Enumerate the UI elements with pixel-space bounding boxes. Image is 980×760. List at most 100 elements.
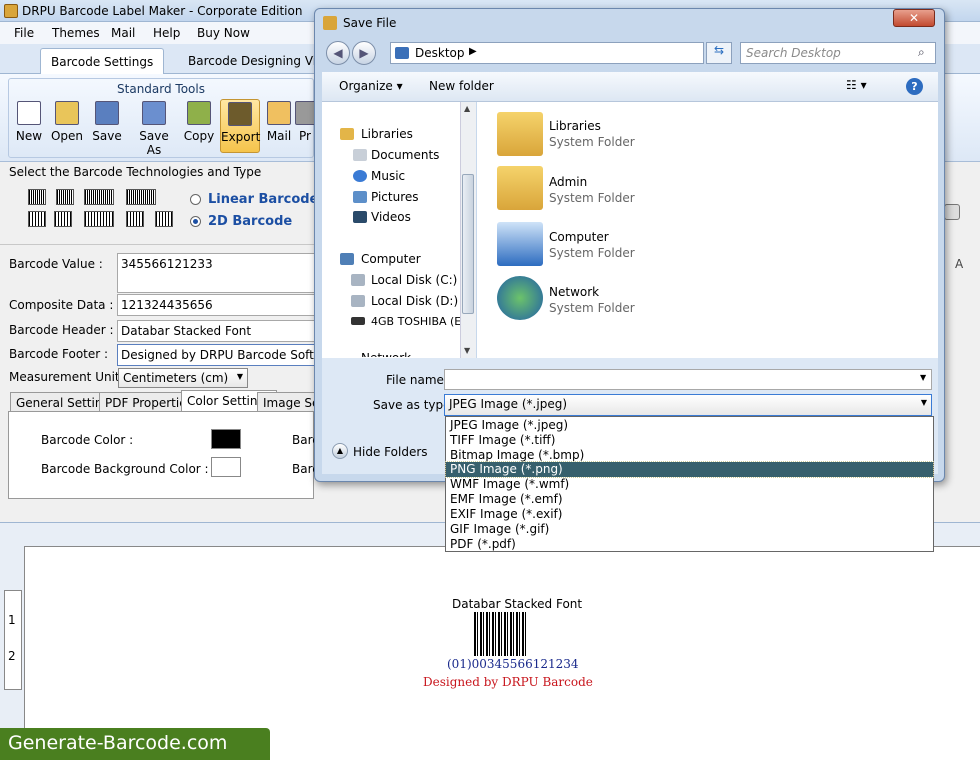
option-jpeg[interactable]: JPEG Image (*.jpeg): [450, 418, 568, 433]
color-settings-panel: Barcode Color : Barcode Background Color…: [8, 411, 319, 499]
save-as-button[interactable]: Save As: [131, 99, 177, 157]
nav-documents[interactable]: Documents: [371, 148, 439, 162]
scroll-down-icon[interactable]: ▼: [464, 346, 470, 355]
item-name[interactable]: Network: [549, 285, 599, 299]
linear-barcode-icon[interactable]: [28, 189, 46, 205]
option-pdf[interactable]: PDF (*.pdf): [450, 537, 516, 552]
linear-barcode-radio[interactable]: [190, 194, 201, 205]
nav-network[interactable]: Network: [361, 351, 411, 357]
linear-barcode-icon[interactable]: [126, 189, 156, 205]
item-name[interactable]: Admin: [549, 175, 587, 189]
new-folder-button[interactable]: New folder: [429, 79, 494, 93]
brand-badge: Generate-Barcode.com: [0, 728, 270, 760]
measurement-unit-select[interactable]: Centimeters (cm): [118, 368, 248, 388]
organize-button[interactable]: Organize ▾: [339, 79, 403, 93]
search-input[interactable]: Search Desktop: [740, 42, 936, 64]
scroll-up-icon[interactable]: ▲: [464, 104, 470, 113]
search-icon[interactable]: ⌕: [918, 45, 925, 60]
breadcrumb-arrow-icon[interactable]: ▶: [469, 46, 477, 57]
menu-file[interactable]: File: [14, 26, 34, 40]
menu-mail[interactable]: Mail: [111, 26, 135, 40]
print-button[interactable]: Pr: [295, 99, 315, 153]
linear-barcode-icon[interactable]: [56, 189, 74, 205]
menu-help[interactable]: Help: [153, 26, 180, 40]
option-exif[interactable]: EXIF Image (*.exif): [450, 507, 562, 522]
option-bmp[interactable]: Bitmap Image (*.bmp): [450, 448, 584, 463]
help-icon[interactable]: [944, 204, 960, 220]
open-button[interactable]: Open: [47, 99, 87, 153]
nav-music[interactable]: Music: [371, 169, 405, 183]
preview-header: Databar Stacked Font: [452, 597, 583, 611]
refresh-icon[interactable]: ⇆: [706, 42, 732, 64]
item-name[interactable]: Computer: [549, 230, 609, 244]
2d-barcode-icon[interactable]: [126, 211, 144, 227]
user-folder-icon[interactable]: [497, 166, 543, 210]
nav-libraries[interactable]: Libraries: [361, 127, 413, 141]
libraries-folder-icon[interactable]: [497, 112, 543, 156]
print-icon: [295, 101, 315, 125]
tab-barcode-designing-view[interactable]: Barcode Designing View: [178, 48, 318, 74]
view-options-icon[interactable]: ☷ ▾: [846, 78, 867, 92]
option-tiff[interactable]: TIFF Image (*.tiff): [450, 433, 555, 448]
documents-icon: [353, 149, 367, 161]
file-name-dropdown-icon[interactable]: ▼: [920, 373, 926, 382]
barcode-footer-input[interactable]: Designed by DRPU Barcode Software: [117, 344, 317, 366]
preview-code: (01)00345566121234: [447, 657, 579, 671]
option-png[interactable]: PNG Image (*.png): [445, 461, 934, 478]
menu-themes[interactable]: Themes: [52, 26, 100, 40]
menu-buy-now[interactable]: Buy Now: [197, 26, 250, 40]
barcode-preview[interactable]: [474, 612, 526, 656]
barcode-header-input[interactable]: Databar Stacked Font: [117, 320, 317, 342]
open-folder-icon: [55, 101, 79, 125]
item-name[interactable]: Libraries: [549, 119, 601, 133]
2d-barcode-icon[interactable]: [28, 211, 46, 227]
2d-barcode-icon[interactable]: [84, 211, 114, 227]
nav-local-disk-d[interactable]: Local Disk (D:): [371, 294, 458, 308]
new-icon: [17, 101, 41, 125]
tab-image-settings[interactable]: Image Setti: [257, 392, 315, 412]
file-name-input[interactable]: [444, 369, 932, 390]
copy-button[interactable]: Copy: [179, 99, 219, 153]
copy-label: Copy: [183, 129, 215, 143]
help-icon[interactable]: ?: [906, 78, 923, 95]
save-as-type-select[interactable]: JPEG Image (*.jpeg): [444, 394, 932, 416]
hide-folders-icon[interactable]: ▲: [332, 443, 348, 459]
hide-folders-button[interactable]: Hide Folders: [353, 445, 428, 459]
ruler-tick-label: 2: [8, 649, 16, 663]
option-emf[interactable]: EMF Image (*.emf): [450, 492, 563, 507]
composite-data-label: Composite Data :: [9, 298, 114, 312]
2d-barcode-icon[interactable]: [54, 211, 72, 227]
nav-usb-drive[interactable]: 4GB TOSHIBA (E:: [371, 315, 461, 328]
barcode-background-color-label: Barcode Background Color :: [41, 462, 209, 476]
nav-pictures[interactable]: Pictures: [371, 190, 419, 204]
linear-barcode-icon[interactable]: [84, 189, 114, 205]
nav-computer[interactable]: Computer: [361, 252, 421, 266]
composite-data-input[interactable]: 121324435656: [117, 294, 317, 316]
close-button[interactable]: ✕: [893, 9, 935, 27]
option-gif[interactable]: GIF Image (*.gif): [450, 522, 549, 537]
option-wmf[interactable]: WMF Image (*.wmf): [450, 477, 569, 492]
barcode-value-input[interactable]: 345566121233: [117, 253, 317, 293]
scrollbar-thumb[interactable]: [462, 174, 474, 314]
network-globe-icon[interactable]: [497, 276, 543, 320]
new-label: New: [15, 129, 43, 143]
background-color-swatch[interactable]: [211, 457, 241, 477]
tab-barcode-settings[interactable]: Barcode Settings: [40, 48, 165, 74]
nav-local-disk-c[interactable]: Local Disk (C:): [371, 273, 457, 287]
save-as-label: Save As: [139, 129, 169, 157]
barcode-color-swatch[interactable]: [211, 429, 241, 449]
preview-footer: Designed by DRPU Barcode: [423, 675, 593, 689]
nav-videos[interactable]: Videos: [371, 210, 411, 224]
save-button[interactable]: Save: [87, 99, 127, 153]
mail-button[interactable]: Mail: [259, 99, 299, 153]
computer-monitor-icon[interactable]: [497, 222, 543, 266]
side-label: A: [955, 257, 964, 271]
new-button[interactable]: New: [9, 99, 49, 153]
export-button[interactable]: Export: [220, 99, 260, 153]
back-button[interactable]: ◀: [326, 41, 350, 65]
2d-barcode-radio[interactable]: [190, 216, 201, 227]
2d-barcode-icon[interactable]: [155, 211, 173, 227]
address-bar[interactable]: Desktop ▶: [390, 42, 704, 64]
divider: [0, 244, 320, 245]
forward-button[interactable]: ▶: [352, 41, 376, 65]
